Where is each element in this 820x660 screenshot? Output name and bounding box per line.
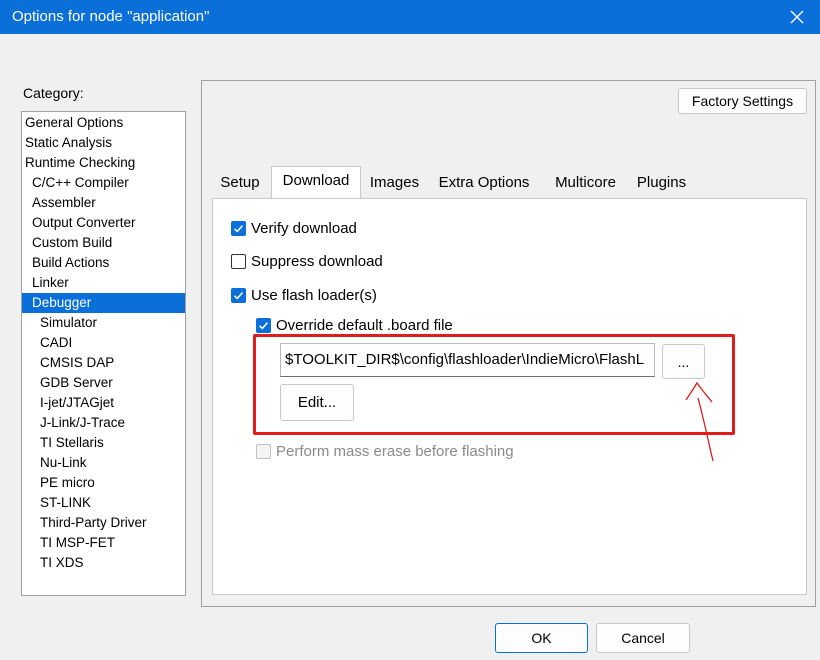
verify-download-label: Verify download bbox=[251, 220, 357, 237]
category-item[interactable]: TI Stellaris bbox=[22, 433, 185, 453]
category-item[interactable]: CMSIS DAP bbox=[22, 353, 185, 373]
use-flash-loader-checkbox[interactable] bbox=[231, 288, 246, 303]
category-item[interactable]: C/C++ Compiler bbox=[22, 173, 185, 193]
override-board-file-label: Override default .board file bbox=[276, 317, 453, 334]
category-item[interactable]: TI XDS bbox=[22, 553, 185, 573]
category-item[interactable]: J-Link/J-Trace bbox=[22, 413, 185, 433]
category-item[interactable]: TI MSP-FET bbox=[22, 533, 185, 553]
checkmark-icon bbox=[233, 225, 244, 233]
suppress-download-label: Suppress download bbox=[251, 253, 383, 270]
close-icon bbox=[790, 10, 804, 24]
category-item[interactable]: Static Analysis bbox=[22, 133, 185, 153]
window-title: Options for node "application" bbox=[12, 8, 210, 25]
tab-download[interactable]: Download bbox=[271, 166, 361, 200]
cancel-button[interactable]: Cancel bbox=[596, 623, 690, 653]
verify-download-checkbox[interactable] bbox=[231, 221, 246, 236]
tab-images[interactable]: Images bbox=[361, 169, 428, 197]
checkmark-icon bbox=[258, 322, 269, 330]
category-item[interactable]: Simulator bbox=[22, 313, 185, 333]
tab-multicore[interactable]: Multicore bbox=[543, 169, 628, 197]
category-item[interactable]: PE micro bbox=[22, 473, 185, 493]
close-button[interactable] bbox=[774, 0, 820, 34]
category-item[interactable]: Third-Party Driver bbox=[22, 513, 185, 533]
override-board-file-checkbox[interactable] bbox=[256, 318, 271, 333]
edit-button[interactable]: Edit... bbox=[280, 384, 354, 421]
category-item[interactable]: I-jet/JTAGjet bbox=[22, 393, 185, 413]
category-item[interactable]: Output Converter bbox=[22, 213, 185, 233]
tab-setup[interactable]: Setup bbox=[212, 169, 268, 197]
use-flash-loader-label: Use flash loader(s) bbox=[251, 287, 377, 304]
category-item[interactable]: Debugger bbox=[22, 293, 185, 313]
category-item[interactable]: Nu-Link bbox=[22, 453, 185, 473]
category-label: Category: bbox=[23, 85, 84, 101]
suppress-download-checkbox[interactable] bbox=[231, 254, 246, 269]
category-item[interactable]: Custom Build bbox=[22, 233, 185, 253]
board-file-path-input[interactable]: $TOOLKIT_DIR$\config\flashloader\IndieMi… bbox=[280, 343, 655, 377]
browse-button[interactable]: ... bbox=[662, 344, 705, 379]
category-item[interactable]: Build Actions bbox=[22, 253, 185, 273]
category-list[interactable]: General Options Static Analysis Runtime Ch… bbox=[21, 111, 186, 596]
category-item[interactable]: ST-LINK bbox=[22, 493, 185, 513]
category-item[interactable]: General Options bbox=[22, 113, 185, 133]
checkmark-icon bbox=[233, 292, 244, 300]
category-item[interactable]: GDB Server bbox=[22, 373, 185, 393]
mass-erase-label: Perform mass erase before flashing bbox=[276, 443, 514, 460]
tab-extra-options[interactable]: Extra Options bbox=[430, 169, 538, 197]
tab-plugins[interactable]: Plugins bbox=[630, 169, 693, 197]
category-item[interactable]: Assembler bbox=[22, 193, 185, 213]
factory-settings-button[interactable]: Factory Settings bbox=[678, 88, 807, 114]
ok-button[interactable]: OK bbox=[495, 623, 588, 653]
title-bar: Options for node "application" bbox=[0, 0, 820, 34]
category-item[interactable]: Runtime Checking bbox=[22, 153, 185, 173]
category-item[interactable]: Linker bbox=[22, 273, 185, 293]
mass-erase-checkbox[interactable] bbox=[256, 444, 271, 459]
category-item[interactable]: CADI bbox=[22, 333, 185, 353]
